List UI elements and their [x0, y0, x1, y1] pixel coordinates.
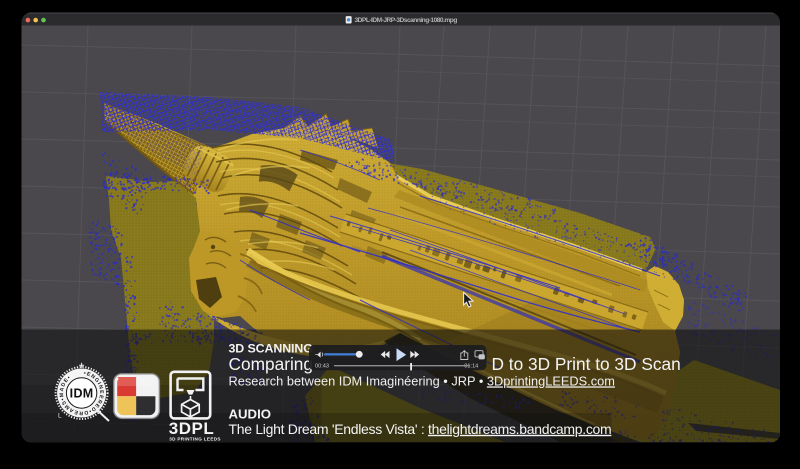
svg-text:AUDIO: AUDIO — [229, 406, 272, 421]
svg-text:3DPL: 3DPL — [169, 419, 214, 438]
svg-text:D to 3D Print to 3D Scan: D to 3D Print to 3D Scan — [492, 354, 681, 374]
svg-text:Comparing: Comparing — [229, 354, 314, 374]
svg-text:01:14: 01:14 — [464, 364, 478, 370]
svg-text:00:43: 00:43 — [315, 364, 329, 370]
svg-text:3DPL-IDM-JRP-3Dscanning-1080.m: 3DPL-IDM-JRP-3Dscanning-1080.mpg — [355, 17, 458, 24]
svg-text:IDM: IDM — [70, 387, 94, 401]
svg-text:Research between IDM Imaginéer: Research between IDM Imaginéering • JRP … — [229, 373, 615, 388]
svg-text:3D PRINTING LEEDS: 3D PRINTING LEEDS — [169, 436, 221, 441]
svg-text:L: L — [58, 413, 62, 420]
svg-text:The Light Dream 'Endless Vist: The Light Dream 'Endless Vista' : thelig… — [229, 421, 612, 437]
